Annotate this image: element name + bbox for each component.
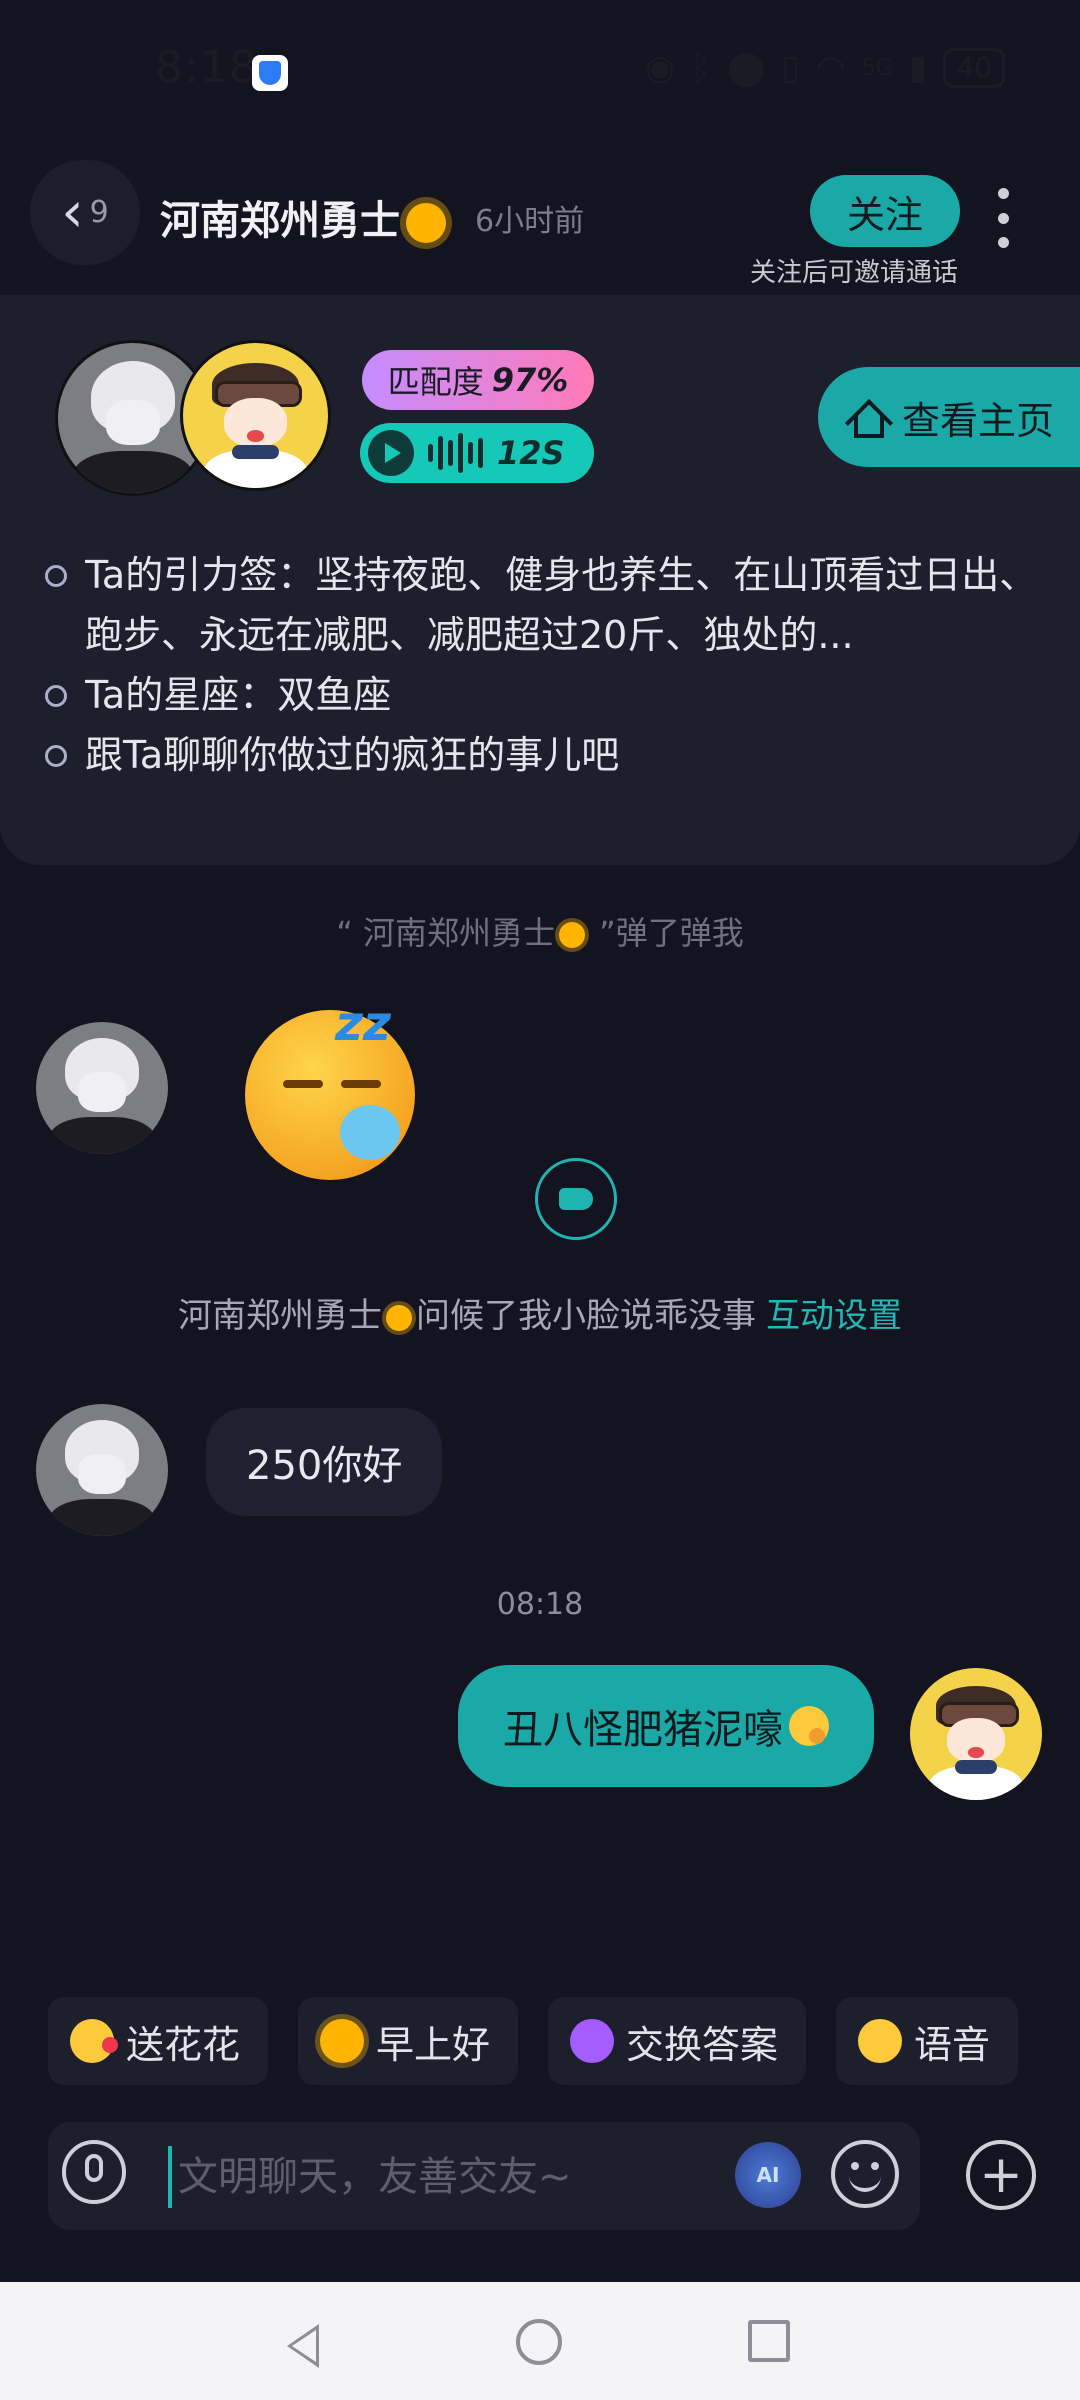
outgoing-message-bubble[interactable]: 丑八怪肥猪泥嚎 bbox=[458, 1665, 874, 1787]
message-input-bar: AI bbox=[48, 2122, 920, 2230]
profile-info-list: Ta的引力签：坚持夜跑、健身也养生、在山顶看过日出、跑步、永远在减肥、减肥超过2… bbox=[45, 545, 1055, 785]
match-label: 匹配度 bbox=[387, 363, 484, 401]
signal-bars-icon: ▮ bbox=[908, 48, 928, 88]
nav-back-icon[interactable] bbox=[285, 2322, 319, 2370]
my-avatar[interactable] bbox=[180, 340, 331, 491]
eye-icon: ◉ bbox=[645, 48, 675, 88]
sun-emoji-icon bbox=[559, 922, 585, 948]
info-item-tags: Ta的引力签：坚持夜跑、健身也养生、在山顶看过日出、跑步、永远在减肥、减肥超过2… bbox=[45, 545, 1055, 665]
swap-icon bbox=[570, 2019, 615, 2063]
voice-duration: 12S bbox=[497, 434, 565, 472]
match-value: 97% bbox=[491, 361, 569, 399]
sleeping-emoji-sticker[interactable]: zz bbox=[245, 996, 415, 1180]
interaction-settings-link[interactable]: 互动设置 bbox=[766, 1296, 902, 1336]
play-icon bbox=[368, 430, 414, 476]
peer-last-active: 6小时前 bbox=[475, 204, 585, 239]
view-profile-label: 查看主页 bbox=[902, 398, 1055, 443]
peer-avatar[interactable] bbox=[36, 1022, 168, 1154]
waveform-icon bbox=[428, 433, 483, 473]
status-bar: 8:18 ◉ ᛒ ⬤ ▯ ◠ 5G ▮ 40 bbox=[0, 0, 1080, 150]
info-item-topic[interactable]: 跟Ta聊聊你做过的疯狂的事儿吧 bbox=[45, 725, 1055, 785]
my-avatar[interactable] bbox=[910, 1668, 1042, 1800]
message-timestamp: 08:18 bbox=[496, 1587, 584, 1622]
voice-emoji-icon bbox=[858, 2019, 903, 2063]
sun-emoji-icon bbox=[386, 1304, 412, 1331]
nav-recents-icon[interactable] bbox=[748, 2320, 790, 2362]
sun-emoji-icon bbox=[406, 203, 446, 243]
shield-icon bbox=[252, 55, 288, 91]
unread-count: 9 bbox=[89, 195, 109, 230]
bluetooth-icon: ᛒ bbox=[690, 48, 712, 88]
peer-avatar[interactable] bbox=[36, 1404, 168, 1536]
quick-reply-good-morning[interactable]: 早上好 bbox=[298, 1997, 519, 2085]
quick-reply-flowers[interactable]: 送花花 bbox=[48, 1997, 269, 2085]
voice-intro-button[interactable]: 12S bbox=[360, 423, 594, 483]
quick-reply-row: 送花花 早上好 交换答案 语音 bbox=[48, 1997, 1019, 2085]
smirk-emoji-icon bbox=[789, 1706, 829, 1746]
sun-emoji-icon bbox=[320, 2019, 365, 2063]
incoming-message-bubble[interactable]: 250你好 bbox=[206, 1408, 443, 1516]
greet-notice: 河南郑州勇士 问候了我小脸说乖没事 互动设置 bbox=[178, 1296, 902, 1336]
back-button[interactable]: ‹ 9 bbox=[30, 160, 140, 265]
signal-5g-icon: 5G bbox=[861, 55, 893, 81]
emoji-button[interactable] bbox=[831, 2140, 899, 2208]
more-actions-plus-button[interactable]: + bbox=[966, 2140, 1036, 2210]
status-time: 8:18 bbox=[155, 42, 258, 93]
quick-reply-voice[interactable]: 语音 bbox=[836, 1997, 1019, 2085]
view-profile-button[interactable]: 查看主页 bbox=[818, 367, 1080, 467]
poke-icon[interactable] bbox=[535, 1158, 617, 1240]
system-nav-bar bbox=[0, 2282, 1080, 2400]
incoming-message-text: 250你好 bbox=[246, 1443, 403, 1489]
battery-indicator: 40 bbox=[943, 48, 1005, 88]
chevron-left-icon: ‹ bbox=[61, 180, 84, 245]
kiss-emoji-icon bbox=[70, 2019, 118, 2063]
message-input[interactable] bbox=[176, 2140, 740, 2214]
info-item-zodiac: Ta的星座：双鱼座 bbox=[45, 665, 1055, 725]
quick-reply-swap-answers[interactable]: 交换答案 bbox=[548, 1997, 807, 2085]
bullet-icon bbox=[45, 685, 67, 707]
location-icon: ⬤ bbox=[727, 48, 766, 88]
follow-hint: 关注后可邀请通话 bbox=[750, 258, 959, 288]
follow-button[interactable]: 关注 bbox=[810, 175, 960, 247]
wifi-icon: ◠ bbox=[815, 48, 846, 88]
outgoing-message-text: 丑八怪肥猪泥嚎 bbox=[503, 1707, 783, 1753]
vibrate-icon: ▯ bbox=[781, 48, 800, 88]
text-caret bbox=[168, 2146, 172, 2208]
bullet-icon bbox=[45, 565, 67, 587]
bullet-icon bbox=[45, 745, 67, 767]
match-card: 匹配度 97% 12S 查看主页 Ta的引力签：坚持夜跑、健身也养生、在山顶看过… bbox=[0, 295, 1080, 865]
ai-assistant-button[interactable]: AI bbox=[735, 2142, 801, 2208]
peer-name[interactable]: 河南郑州勇士 bbox=[160, 188, 446, 246]
match-score-badge: 匹配度 97% bbox=[362, 350, 594, 410]
chat-header: ‹ 9 河南郑州勇士 6小时前 关注 关注后可邀请通话 bbox=[0, 150, 1080, 295]
poke-notice: “ 河南郑州勇士 ”弹了弹我 bbox=[336, 914, 744, 952]
voice-input-button[interactable] bbox=[62, 2140, 126, 2204]
nav-home-icon[interactable] bbox=[516, 2319, 562, 2365]
peer-name-text: 河南郑州勇士 bbox=[160, 198, 400, 244]
home-icon bbox=[846, 396, 888, 438]
more-options-icon[interactable] bbox=[998, 188, 1010, 248]
status-icons: ◉ ᛒ ⬤ ▯ ◠ 5G ▮ 40 bbox=[645, 48, 1005, 88]
